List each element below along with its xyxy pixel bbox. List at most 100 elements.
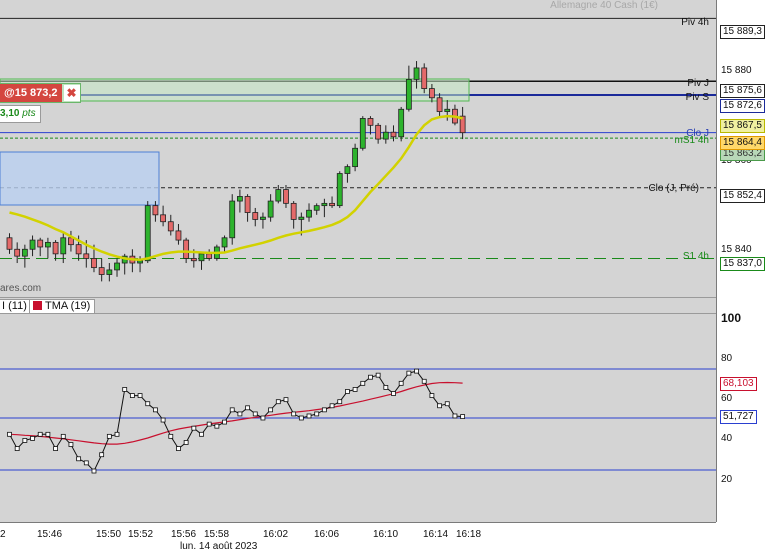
osc-point — [122, 387, 128, 392]
candle-body — [190, 258, 197, 262]
pivj-label: Piv J — [687, 78, 709, 89]
osc-point — [352, 387, 358, 392]
candle-body — [306, 209, 312, 218]
close-order-icon[interactable]: ✖ — [63, 85, 80, 101]
candle-body — [252, 212, 259, 220]
clojpre-label: Clo (J, Pré) — [648, 183, 699, 194]
candle-body — [137, 260, 143, 264]
candle-body — [275, 189, 282, 202]
time-tick: 16:02 — [263, 529, 289, 540]
osc-point — [260, 415, 266, 421]
osc-point — [30, 435, 35, 441]
candle-body — [175, 230, 182, 241]
time-tick: 15:56 — [171, 529, 197, 540]
candle-body — [52, 241, 59, 255]
trading-chart-app: Allemagne 40 Cash (1€) Piv 4h Piv J Piv … — [0, 0, 765, 551]
osc-point — [91, 468, 97, 474]
osc-point — [345, 389, 350, 394]
candle-body — [183, 239, 190, 259]
ma-price: 15 867,5 — [720, 119, 765, 133]
candle-body — [60, 237, 67, 255]
candle-body — [321, 202, 328, 207]
oscillator-line — [9, 370, 463, 472]
ms14h-label: mS1 4h — [674, 135, 709, 146]
osc-point — [406, 370, 412, 376]
osc-point — [383, 385, 389, 390]
candle-body — [244, 196, 251, 213]
candle-body — [336, 173, 343, 207]
candle-body — [290, 202, 297, 220]
candle-body — [344, 166, 351, 174]
price-chart[interactable] — [0, 0, 716, 297]
candle-body — [68, 237, 74, 246]
candle-body — [236, 196, 243, 202]
osc-point — [421, 378, 427, 384]
legend-oscillator[interactable]: I (11) — [0, 299, 32, 314]
piv4h-price: 15 889,3 — [720, 25, 765, 39]
time-tick: 15:46 — [37, 529, 63, 540]
legend-tma[interactable]: TMA (19) — [29, 299, 96, 314]
osc-point — [53, 446, 58, 451]
osc-point — [183, 440, 189, 445]
candle-body — [83, 253, 90, 259]
osc-tick: 60 — [721, 393, 733, 404]
osc-point — [444, 401, 450, 407]
osc-point — [275, 399, 281, 405]
osc-point — [245, 405, 250, 411]
osc-point — [283, 397, 289, 403]
osc-point — [60, 433, 66, 439]
candle-body — [106, 269, 113, 275]
candle-body — [160, 214, 167, 223]
order-tag[interactable]: @15 873,2 ✖ — [0, 83, 81, 103]
osc-point — [375, 372, 381, 378]
tma-swatch-icon — [33, 301, 42, 310]
osc-point — [206, 421, 212, 427]
candle-body — [329, 202, 335, 207]
axis-corner — [716, 522, 765, 551]
osc-point — [452, 413, 458, 419]
osc-point — [391, 391, 396, 396]
time-tick: 15:50 — [96, 529, 122, 540]
osc-point — [145, 401, 151, 407]
osc-point — [321, 407, 327, 413]
osc-point — [337, 399, 343, 405]
candle-body — [367, 118, 374, 126]
osc-value: 51,727 — [720, 410, 757, 424]
indicator-legend-bar: I (11) TMA (19) — [0, 297, 716, 314]
osc-point — [99, 452, 105, 458]
price-axis[interactable]: 15 880 15 860 15 840 15 889,3 15 875,6 1… — [716, 0, 765, 522]
candle-body — [352, 147, 359, 168]
candle-body — [45, 241, 51, 248]
clojpre-price: 15 852,4 — [720, 189, 765, 203]
time-tick: 16:06 — [314, 529, 340, 540]
time-axis[interactable]: 2 15:46 15:50 15:52 15:56 15:58 16:02 16… — [0, 522, 716, 551]
oscillator-panel[interactable] — [0, 314, 716, 522]
osc-point — [306, 413, 312, 419]
candle-body — [6, 237, 13, 250]
osc-point — [414, 368, 419, 374]
legend-tma-label: TMA (19) — [45, 300, 91, 312]
osc-point — [214, 423, 220, 429]
osc-point — [76, 456, 82, 462]
price-panel[interactable]: Allemagne 40 Cash (1€) Piv 4h Piv J Piv … — [0, 0, 716, 297]
osc-point — [83, 460, 89, 466]
candle-body — [390, 131, 397, 138]
osc-point — [368, 374, 373, 380]
order-price[interactable]: @15 873,2 — [0, 84, 62, 102]
osc-tick: 100 — [721, 311, 742, 325]
osc-point — [37, 431, 43, 437]
tma-value: 68,103 — [720, 377, 757, 391]
candle-body — [152, 205, 159, 216]
chart-title: Allemagne 40 Cash (1€) — [550, 0, 658, 11]
current-price: 15 864,4 — [720, 136, 765, 150]
osc-point — [22, 438, 28, 443]
osc-point — [460, 414, 466, 419]
time-tick: 2 — [0, 529, 6, 540]
candle-body — [167, 221, 174, 232]
pnl-tag: 3,10 pts — [0, 105, 41, 123]
candle-body — [229, 200, 236, 239]
oscillator-chart[interactable] — [0, 314, 716, 522]
osc-point — [45, 431, 51, 437]
time-tick: 16:14 — [423, 529, 449, 540]
osc-point — [199, 431, 204, 437]
